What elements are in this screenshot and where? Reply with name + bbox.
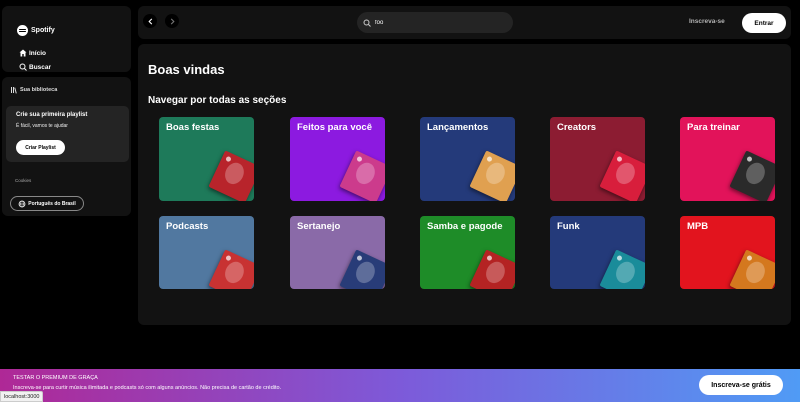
create-playlist-card: Crie sua primeira playlist É fácil, vamo…	[6, 106, 129, 162]
nav-item-home[interactable]: Início	[19, 49, 46, 57]
category-title: Boas festas	[166, 122, 220, 133]
category-title: Creators	[557, 122, 597, 133]
category-artwork	[729, 150, 775, 201]
search-box[interactable]	[357, 12, 513, 33]
category-artwork	[469, 249, 515, 289]
category-title: Podcasts	[166, 221, 209, 232]
signup-link[interactable]: Inscreva-se	[689, 18, 725, 25]
category-artwork	[469, 150, 515, 201]
create-playlist-title: Crie sua primeira playlist	[16, 112, 88, 118]
category-artwork	[339, 249, 385, 289]
sidebar-nav-panel: Spotify Início Buscar	[2, 6, 131, 72]
chevron-right-icon	[170, 17, 175, 25]
page-title: Boas vindas	[148, 62, 225, 77]
logo-text: Spotify	[31, 27, 55, 34]
category-card[interactable]: Lançamentos	[420, 117, 515, 201]
browse-section-title: Navegar por todas as seções	[148, 95, 287, 106]
spotify-logo[interactable]: Spotify	[17, 25, 55, 36]
category-title: Para treinar	[687, 122, 740, 133]
status-bar-url: localhost:3000	[0, 391, 44, 402]
search-icon	[363, 19, 371, 27]
language-button[interactable]: Português do Brasil	[10, 196, 84, 211]
category-title: MPB	[687, 221, 709, 232]
category-card[interactable]: Creators	[550, 117, 645, 201]
create-playlist-subtitle: É fácil, vamos te ajudar	[16, 123, 68, 129]
banner-title: TESTAR O PREMIUM DE GRAÇA	[13, 375, 98, 381]
category-card[interactable]: Para treinar	[680, 117, 775, 201]
category-artwork	[729, 249, 775, 289]
category-title: Funk	[557, 221, 580, 232]
nav-home-label: Início	[29, 49, 46, 57]
main-content: Boas vindas Navegar por todas as seções …	[138, 44, 791, 325]
category-grid: Boas festas Feitos para você Lançamentos…	[159, 117, 784, 325]
top-bar: Inscreva-se Entrar	[138, 6, 791, 39]
category-title: Lançamentos	[427, 122, 489, 133]
premium-banner[interactable]: TESTAR O PREMIUM DE GRAÇA Inscreva-se pa…	[0, 369, 800, 402]
forward-button[interactable]	[165, 14, 179, 28]
globe-icon	[18, 200, 26, 207]
nav-search-label: Buscar	[29, 63, 52, 71]
category-card[interactable]: Boas festas	[159, 117, 254, 201]
home-icon	[19, 49, 27, 57]
category-card[interactable]: MPB	[680, 216, 775, 289]
create-playlist-button[interactable]: Criar Playlist	[16, 140, 65, 155]
cookies-link[interactable]: Cookies	[15, 178, 31, 183]
category-artwork	[208, 150, 254, 201]
signup-free-button[interactable]: Inscreva-se grátis	[699, 375, 783, 395]
category-card[interactable]: Feitos para você	[290, 117, 385, 201]
language-label: Português do Brasil	[28, 200, 76, 207]
banner-subtitle: Inscreva-se para curtir música ilimitada…	[13, 385, 282, 391]
spotify-logo-icon	[17, 25, 28, 36]
search-input[interactable]	[375, 19, 495, 26]
sidebar-library-panel: Sua biblioteca Crie sua primeira playlis…	[2, 77, 131, 216]
library-header[interactable]: Sua biblioteca	[10, 86, 57, 94]
login-button[interactable]: Entrar	[742, 13, 786, 33]
category-card[interactable]: Sertanejo	[290, 216, 385, 289]
chevron-left-icon	[147, 17, 152, 25]
library-icon	[11, 87, 17, 94]
category-title: Sertanejo	[297, 221, 341, 232]
back-button[interactable]	[143, 14, 157, 28]
search-icon	[19, 63, 27, 71]
category-card[interactable]: Funk	[550, 216, 645, 289]
category-artwork	[599, 150, 645, 201]
category-title: Samba e pagode	[427, 221, 503, 232]
nav-item-search[interactable]: Buscar	[19, 63, 51, 71]
category-card[interactable]: Samba e pagode	[420, 216, 515, 289]
category-artwork	[208, 249, 254, 289]
category-card[interactable]: Podcasts	[159, 216, 254, 289]
category-artwork	[339, 150, 385, 201]
library-title: Sua biblioteca	[20, 87, 58, 93]
category-artwork	[599, 249, 645, 289]
category-title: Feitos para você	[297, 122, 372, 133]
